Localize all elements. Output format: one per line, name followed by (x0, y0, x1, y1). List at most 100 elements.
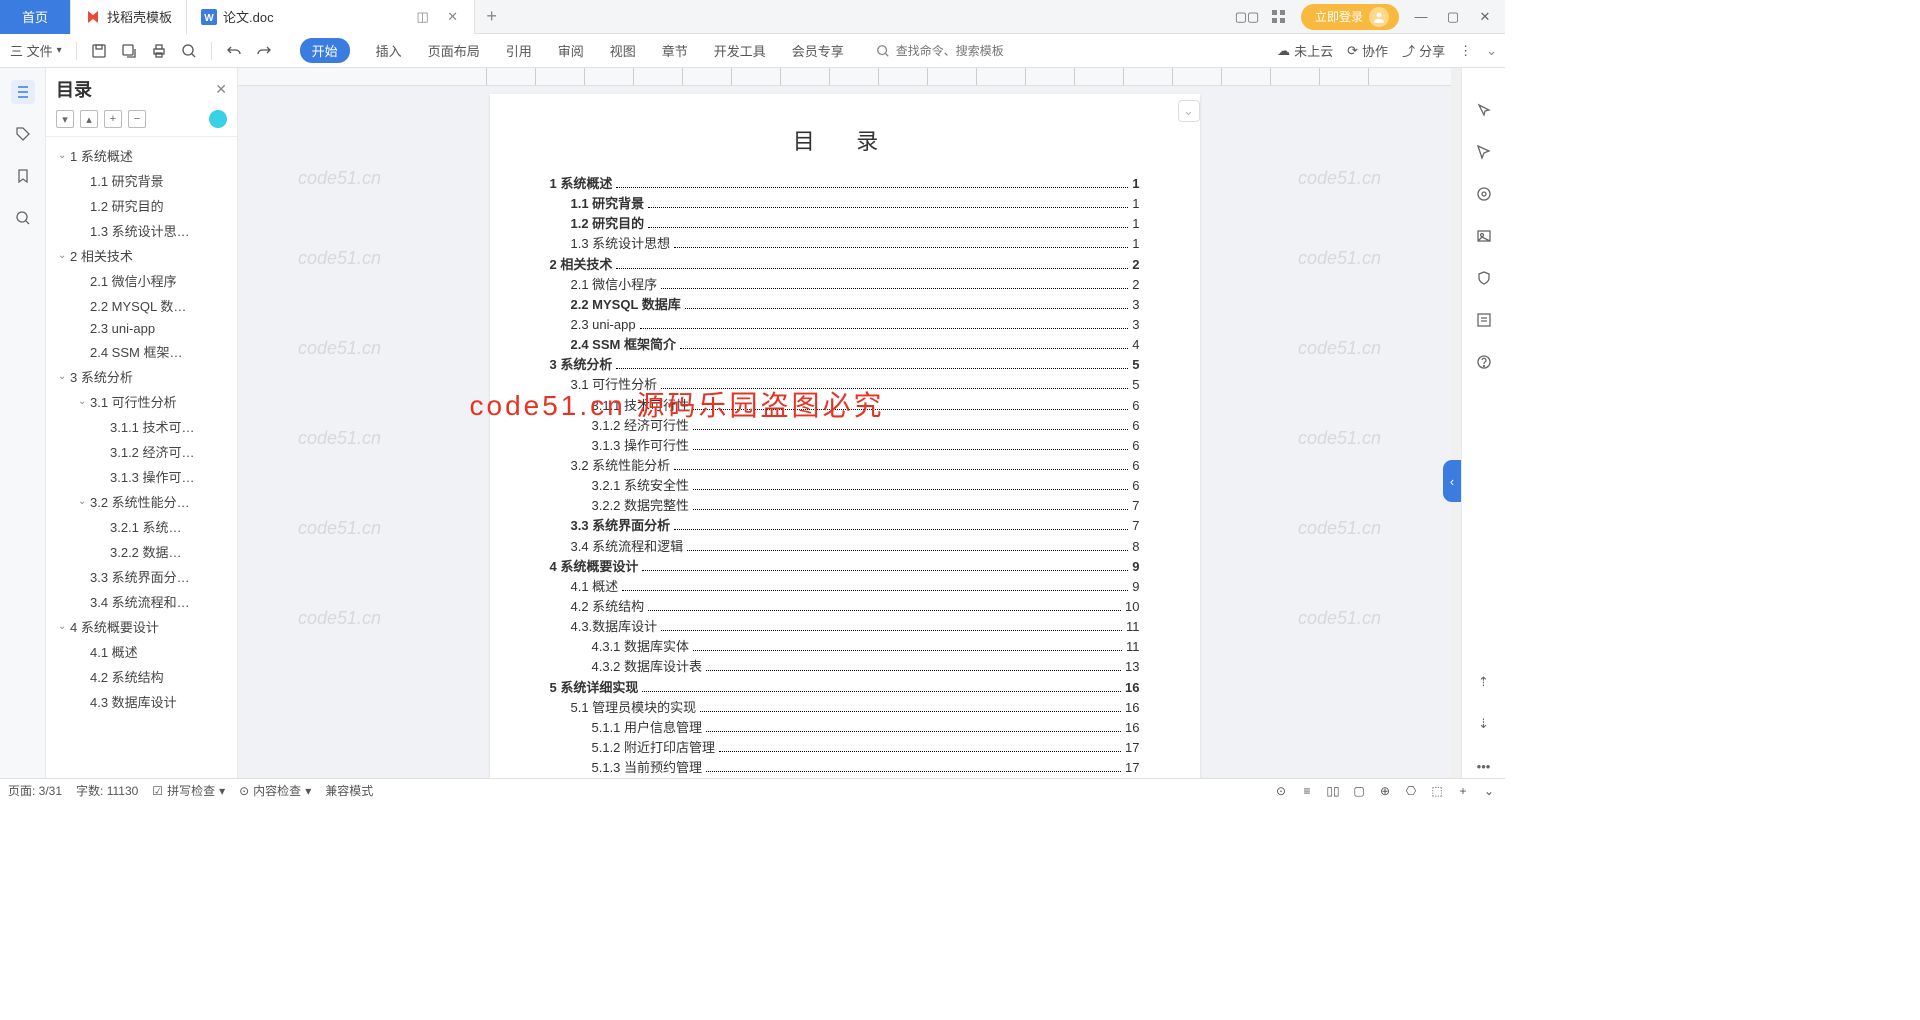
search-input[interactable] (896, 44, 1036, 58)
preview-icon[interactable] (179, 41, 199, 61)
toc-row[interactable]: 3 系统分析5 (550, 355, 1140, 375)
help-icon[interactable] (1472, 350, 1496, 374)
toc-row[interactable]: 2 相关技术2 (550, 255, 1140, 275)
view-page-icon[interactable]: ▢ (1351, 783, 1367, 799)
menu-插入[interactable]: 插入 (376, 41, 402, 60)
view-outline-icon[interactable]: ⎔ (1403, 783, 1419, 799)
toc-row[interactable]: 3.4 系统流程和逻辑8 (550, 537, 1140, 557)
menu-开发工具[interactable]: 开发工具 (714, 41, 766, 60)
outline-item[interactable]: 3.4 系统流程和… (50, 589, 233, 614)
menu-引用[interactable]: 引用 (506, 41, 532, 60)
image-tool-icon[interactable] (1472, 224, 1496, 248)
spellcheck-toggle[interactable]: ☑ 拼写检查 ▾ (152, 782, 225, 799)
save-icon[interactable] (89, 41, 109, 61)
demote-icon[interactable]: − (128, 110, 146, 128)
outline-close-icon[interactable]: ✕ (215, 81, 227, 98)
rail-outline-icon[interactable] (11, 80, 35, 104)
tab-template[interactable]: 找稻壳模板 (71, 0, 187, 34)
toc-row[interactable]: 4.1 概述9 (550, 577, 1140, 597)
layout-icon[interactable]: ▢▢ (1237, 7, 1257, 27)
split-icon[interactable]: ◫ (416, 10, 430, 24)
outline-item[interactable]: ⌄3 系统分析 (50, 364, 233, 389)
toc-row[interactable]: 3.1.2 经济可行性6 (550, 416, 1140, 436)
outline-item[interactable]: 3.1.1 技术可… (50, 414, 233, 439)
toc-row[interactable]: 3.2.1 系统安全性6 (550, 476, 1140, 496)
toc-row[interactable]: 1.2 研究目的1 (550, 214, 1140, 234)
menu-审阅[interactable]: 审阅 (558, 41, 584, 60)
toc-row[interactable]: 5.1.3 当前预约管理17 (550, 758, 1140, 778)
zoom-in-icon[interactable]: + (1455, 783, 1471, 799)
view-web-icon[interactable]: ⊕ (1377, 783, 1393, 799)
toc-row[interactable]: 5 系统详细实现16 (550, 678, 1140, 698)
compat-mode[interactable]: 兼容模式 (325, 782, 373, 799)
outline-item[interactable]: 4.1 概述 (50, 639, 233, 664)
toc-row[interactable]: 1 系统概述1 (550, 174, 1140, 194)
menu-视图[interactable]: 视图 (610, 41, 636, 60)
rail-search-icon[interactable] (11, 206, 35, 230)
minimize-icon[interactable]: — (1411, 7, 1431, 27)
menu-会员专享[interactable]: 会员专享 (792, 41, 844, 60)
page-indicator[interactable]: 页面: 3/31 (8, 782, 62, 799)
outline-item[interactable]: ⌄3.1 可行性分析 (50, 389, 233, 414)
outline-item[interactable]: ⌄3.2 系统性能分… (50, 489, 233, 514)
close-icon[interactable]: ✕ (446, 10, 460, 24)
outline-item[interactable]: 4.2 系统结构 (50, 664, 233, 689)
reader-icon[interactable] (1472, 308, 1496, 332)
horizontal-ruler[interactable] (238, 68, 1451, 86)
outline-item[interactable]: 4.3 数据库设计 (50, 689, 233, 714)
add-tab-button[interactable]: + (475, 6, 509, 27)
expand-all-icon[interactable]: ▴ (80, 110, 98, 128)
select-tool-icon[interactable] (1472, 98, 1496, 122)
cursor-icon[interactable] (1472, 140, 1496, 164)
command-search[interactable] (876, 44, 1036, 58)
page-bookmark-icon[interactable]: ⌄ (1178, 100, 1200, 122)
protect-icon[interactable] (1472, 266, 1496, 290)
promote-icon[interactable]: + (104, 110, 122, 128)
goto-bottom-icon[interactable]: ⇣ (1472, 712, 1496, 736)
word-count[interactable]: 字数: 11130 (76, 782, 138, 799)
outline-item[interactable]: 1.3 系统设计思… (50, 218, 233, 243)
toc-row[interactable]: 3.1 可行性分析5 (550, 375, 1140, 395)
toc-row[interactable]: 4.3.2 数据库设计表13 (550, 657, 1140, 677)
outline-badge-icon[interactable] (209, 110, 227, 128)
settings-icon[interactable] (1472, 182, 1496, 206)
toc-row[interactable]: 4.3.1 数据库实体11 (550, 637, 1140, 657)
toc-row[interactable]: 3.2 系统性能分析6 (550, 456, 1140, 476)
toc-row[interactable]: 2.3 uni-app3 (550, 315, 1140, 335)
share-button[interactable]: ⤴ 分享 (1402, 41, 1445, 60)
zoom-menu-icon[interactable]: ⌄ (1481, 783, 1497, 799)
print-icon[interactable] (149, 41, 169, 61)
outline-item[interactable]: ⌄2 相关技术 (50, 243, 233, 268)
view-focus-icon[interactable]: ⊙ (1273, 783, 1289, 799)
outline-item[interactable]: 3.2.2 数据… (50, 539, 233, 564)
redo-icon[interactable] (254, 41, 274, 61)
zoom-fit-icon[interactable]: ⬚ (1429, 783, 1445, 799)
outline-item[interactable]: 2.1 微信小程序 (50, 268, 233, 293)
toc-row[interactable]: 4.3.数据库设计11 (550, 617, 1140, 637)
window-close-icon[interactable]: ✕ (1475, 7, 1495, 27)
collapse-ribbon-icon[interactable]: ⌄ (1486, 43, 1497, 59)
more-tools-icon[interactable]: ••• (1472, 754, 1496, 778)
toc-row[interactable]: 3.2.2 数据完整性7 (550, 496, 1140, 516)
tab-doc-active[interactable]: W 论文.doc ◫ ✕ (187, 0, 475, 34)
toc-row[interactable]: 5.1.2 附近打印店管理17 (550, 738, 1140, 758)
view-reading-icon[interactable]: ▯▯ (1325, 783, 1341, 799)
rail-tag-icon[interactable] (11, 122, 35, 146)
collapse-all-icon[interactable]: ▾ (56, 110, 74, 128)
document-area[interactable]: code51.cncode51.cncode51.cncode51.cncode… (238, 68, 1451, 778)
toc-row[interactable]: 3.1.1 技术可行性6 (550, 396, 1140, 416)
toc-row[interactable]: 5.1.1 用户信息管理16 (550, 718, 1140, 738)
coop-button[interactable]: ⟳ 协作 (1347, 41, 1388, 60)
vertical-scrollbar[interactable] (1451, 68, 1461, 778)
outline-item[interactable]: 1.1 研究背景 (50, 168, 233, 193)
view-plain-icon[interactable]: ≡ (1299, 783, 1315, 799)
file-menu[interactable]: 三 文件 ▾ (8, 39, 64, 62)
outline-item[interactable]: 2.4 SSM 框架… (50, 339, 233, 364)
rail-bookmark-icon[interactable] (11, 164, 35, 188)
outline-item[interactable]: 3.1.2 经济可… (50, 439, 233, 464)
toc-row[interactable]: 2.2 MYSQL 数据库3 (550, 295, 1140, 315)
menu-章节[interactable]: 章节 (662, 41, 688, 60)
cloud-status[interactable]: ☁ 未上云 (1277, 41, 1333, 60)
content-check[interactable]: ⊙ 内容检查 ▾ (239, 782, 311, 799)
undo-icon[interactable] (224, 41, 244, 61)
